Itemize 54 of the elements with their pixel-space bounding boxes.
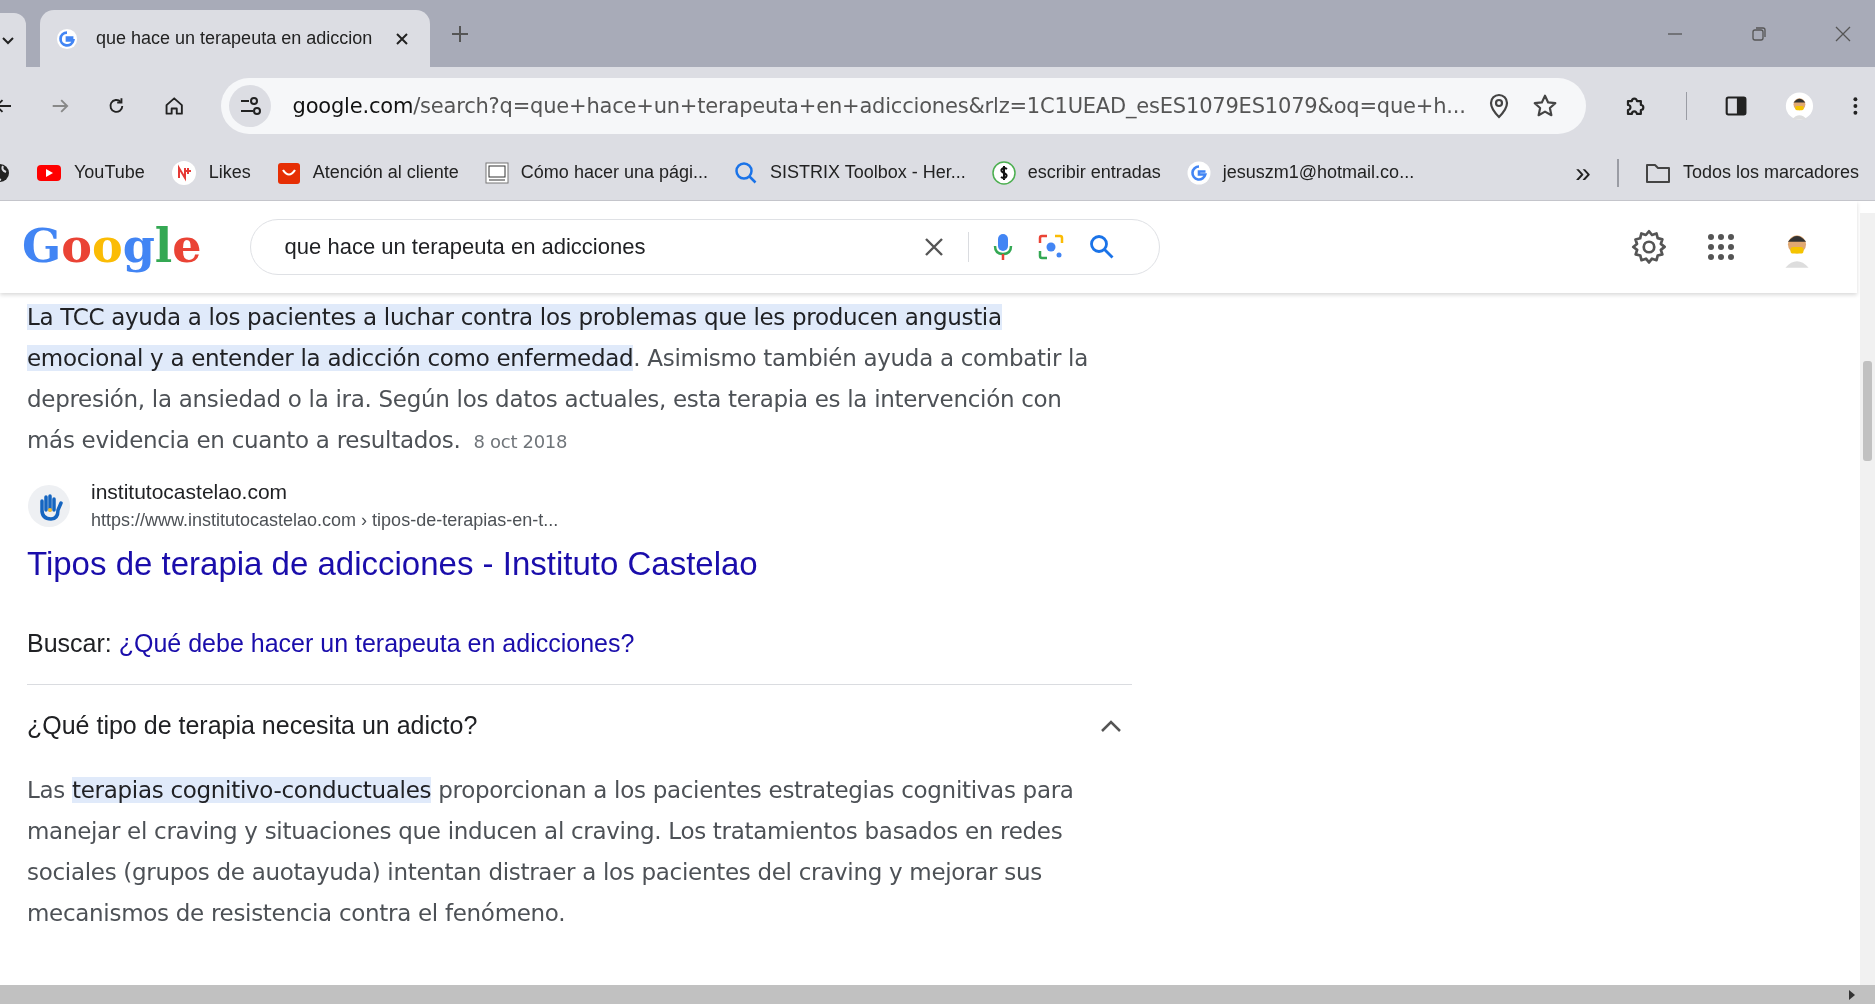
heart-plus-icon	[170, 159, 197, 186]
bookmark[interactable]: Atención al cliente	[276, 160, 459, 185]
vertical-scrollbar[interactable]	[1860, 213, 1875, 985]
browser-tab[interactable]: que hace un terapeuta en adiccion	[40, 10, 430, 67]
settings-icon[interactable]	[1631, 229, 1667, 265]
google-logo[interactable]: Google	[22, 218, 202, 276]
side-panel-icon[interactable]	[1725, 94, 1748, 118]
answer-text: Las terapias cognitivo-conductuales proporcionan a los pacientes estrategias cognitivas para manejar el craving y situaciones que inducen al craving. Los tratamientos basados en redes sociales (grupos de auotayuda) intentan distraer a los pacientes del craving y mejorar sus mecanismos de resistencia contra el fenómeno.	[27, 776, 1075, 928]
more-icon[interactable]	[1852, 94, 1859, 118]
site-info-button[interactable]	[228, 85, 271, 127]
url-text: google.com/search?q=que+hace+un+terapeuta+en+adicciones&rlz=1C1UEAD_esES1079ES1079&oq=que+h...	[292, 94, 1466, 118]
microphone-icon[interactable]	[992, 232, 1013, 262]
close-icon[interactable]	[394, 30, 410, 47]
bookmark-folder[interactable]: Todos los marcadores	[1644, 161, 1859, 184]
more-bookmarks-button[interactable]: »	[1575, 158, 1591, 187]
bookmark[interactable]: Cómo hacer una pági...	[484, 161, 708, 184]
avatar-icon[interactable]	[1785, 89, 1815, 123]
search-label: Buscar:	[27, 629, 112, 657]
related-search-link[interactable]: ¿Qué debe hacer un terapeuta en adicciones?	[118, 629, 635, 657]
home-icon[interactable]	[164, 94, 185, 118]
bookmark[interactable]: YouTube	[36, 162, 145, 183]
question-header[interactable]: ¿Qué tipo de terapia necesita un adicto?	[27, 685, 1132, 762]
bookmark[interactable]: Likes	[170, 159, 251, 186]
tab-list-button[interactable]	[0, 13, 26, 67]
tab-title: que hace un terapeuta en adiccion	[96, 28, 374, 49]
bookmark[interactable]: jesuszm1@hotmail.co...	[1186, 160, 1415, 185]
bookmark[interactable]: escribir entradas	[991, 160, 1161, 185]
google-icon	[1186, 160, 1211, 185]
sliders-icon	[238, 97, 261, 115]
search-icon	[734, 160, 758, 185]
right-arrow-icon[interactable]	[1847, 988, 1857, 1001]
search-icon[interactable]	[1088, 234, 1115, 260]
scrollbar-thumb[interactable]	[1863, 361, 1872, 461]
address-bar[interactable]: google.com/search?q=que+hace+un+terapeuta+en+adicciones&rlz=1C1UEAD_esES1079ES1079&oq=que+h...	[220, 78, 1586, 134]
folder-icon	[1644, 161, 1671, 184]
site-name: institutocastelao.com	[91, 480, 289, 504]
snippet-text: La TCC ayuda a los pacientes a luchar contra los problemas que les producen angustia emocional y a entender la adicción como enfermedad. Asimismo también ayuda a combatir la depresión, la ansiedad o la ira. Según los datos actuales, esta terapia es la intervención con más evidencia en cuanto a resultados. 8 oct 2018	[27, 303, 1089, 455]
location-pin-icon[interactable]	[1487, 93, 1510, 119]
apps-grid-icon[interactable]	[1707, 233, 1735, 261]
result-title-link[interactable]: Tipos de terapia de adicciones - Instituto Castelao	[27, 545, 1132, 583]
clear-icon[interactable]	[923, 237, 944, 257]
bookmark[interactable]: SISTRIX Toolbox - Her...	[734, 160, 966, 185]
hand-icon	[27, 483, 71, 528]
star-icon[interactable]	[1531, 93, 1558, 119]
date: 8 oct 2018	[473, 431, 568, 452]
shopping-bag-icon	[276, 160, 301, 185]
play-icon	[36, 162, 62, 183]
new-tab-icon[interactable]	[450, 23, 470, 44]
google-icon	[56, 27, 78, 50]
horizontal-scrollbar[interactable]	[0, 985, 1875, 1004]
result-url: https://www.institutocastelao.com › tipos-de-terapias-en-t...	[91, 510, 559, 531]
dollar-icon	[991, 160, 1016, 185]
camera-icon[interactable]	[1036, 233, 1065, 261]
monitor-icon	[484, 161, 509, 184]
